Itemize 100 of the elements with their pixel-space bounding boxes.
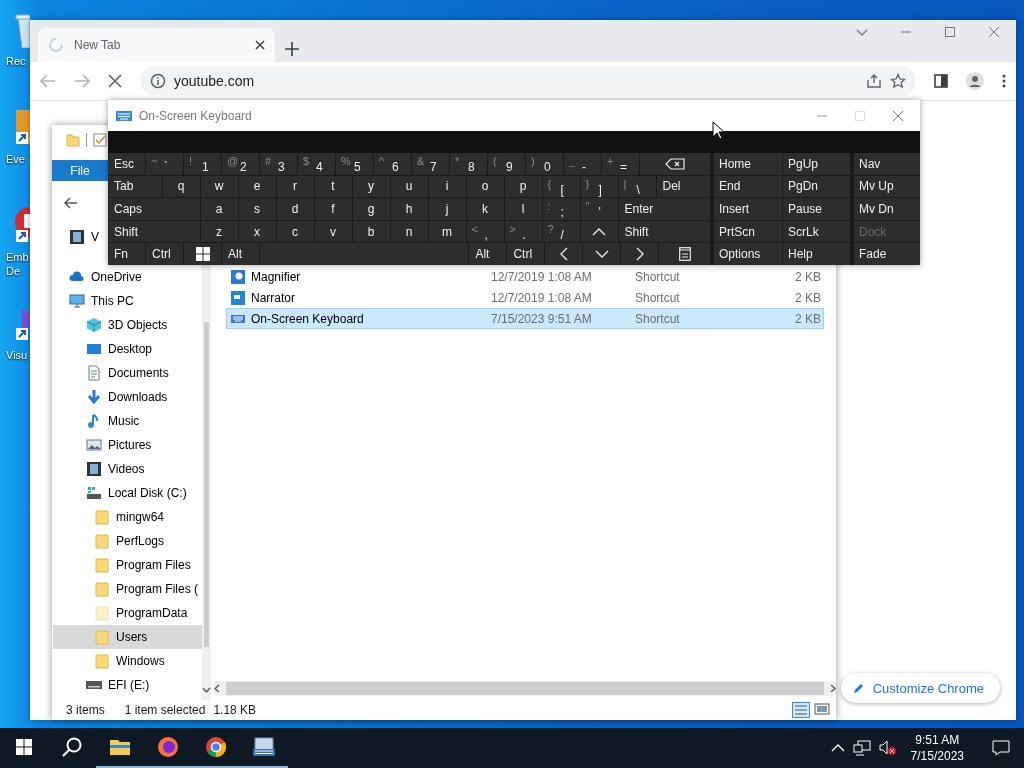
key[interactable]: g bbox=[352, 198, 390, 220]
notification-icon[interactable] bbox=[992, 740, 1010, 756]
key[interactable]: y bbox=[352, 175, 390, 198]
clock-time[interactable]: 9:51 AM bbox=[915, 732, 960, 748]
nav-item[interactable]: This PC bbox=[53, 289, 138, 313]
key[interactable]: } ] bbox=[580, 175, 618, 198]
clock-date[interactable]: 7/15/2023 bbox=[910, 748, 964, 764]
key[interactable]: Enter bbox=[618, 198, 710, 220]
file-row[interactable]: Magnifier 12/7/2019 1:08 AM Shortcut 2 KB bbox=[226, 266, 824, 287]
chevron-down-icon[interactable] bbox=[202, 687, 211, 693]
key[interactable]: Shift bbox=[618, 220, 710, 243]
key[interactable]: Insert bbox=[714, 198, 782, 220]
nav-item[interactable]: Users bbox=[53, 625, 202, 649]
key[interactable]: ! 1 bbox=[184, 153, 221, 175]
key[interactable] bbox=[659, 243, 710, 265]
key[interactable]: ^ 6 bbox=[374, 153, 411, 175]
key[interactable]: v bbox=[314, 220, 352, 243]
share-icon[interactable] bbox=[866, 73, 882, 89]
key[interactable]: Esc bbox=[108, 153, 145, 175]
key[interactable]: ? / bbox=[542, 220, 580, 243]
key[interactable]: { [ bbox=[542, 175, 580, 198]
key[interactable]: : ; bbox=[542, 198, 580, 220]
nav-item[interactable]: EFI (E:) bbox=[53, 673, 154, 697]
checkmark-icon[interactable] bbox=[93, 133, 107, 147]
chevron-up-icon[interactable] bbox=[830, 744, 845, 752]
key[interactable]: x bbox=[238, 220, 276, 243]
nav-item[interactable]: PerfLogs bbox=[53, 529, 169, 553]
nav-item[interactable]: V bbox=[53, 225, 103, 249]
key[interactable]: + = bbox=[602, 153, 639, 175]
key[interactable]: s bbox=[238, 198, 276, 220]
key[interactable]: PgUp bbox=[783, 153, 850, 175]
nav-item[interactable]: OneDrive bbox=[53, 265, 146, 289]
key[interactable]: Ctrl bbox=[146, 243, 183, 265]
new-tab-icon[interactable] bbox=[285, 42, 299, 56]
key[interactable]: Caps bbox=[108, 198, 200, 220]
key[interactable]: h bbox=[390, 198, 428, 220]
close-icon[interactable] bbox=[892, 109, 904, 122]
key[interactable]: > . bbox=[504, 220, 542, 243]
key[interactable]: ) 0 bbox=[526, 153, 563, 175]
key[interactable]: & 7 bbox=[412, 153, 449, 175]
key[interactable]: % 5 bbox=[336, 153, 373, 175]
maximize-icon[interactable] bbox=[944, 26, 956, 38]
back-arrow-icon[interactable] bbox=[64, 197, 78, 209]
network-icon[interactable] bbox=[852, 740, 871, 756]
nav-item[interactable]: Music bbox=[53, 409, 144, 433]
key[interactable]: | \ bbox=[618, 175, 656, 198]
key[interactable]: m bbox=[428, 220, 466, 243]
key[interactable]: " ' bbox=[580, 198, 618, 220]
key[interactable]: w bbox=[200, 175, 238, 198]
key[interactable]: Fade bbox=[854, 243, 920, 265]
menu-icon[interactable] bbox=[1002, 74, 1006, 88]
key[interactable]: o bbox=[466, 175, 504, 198]
scrollbar-thumb[interactable] bbox=[204, 322, 209, 647]
nav-item[interactable]: 3D Objects bbox=[53, 313, 172, 337]
key[interactable]: n bbox=[390, 220, 428, 243]
key[interactable]: q bbox=[162, 175, 200, 198]
nav-item[interactable]: mingw64 bbox=[53, 505, 169, 529]
nav-item[interactable]: Program Files ( bbox=[53, 577, 202, 601]
profile-icon[interactable] bbox=[966, 72, 984, 90]
details-view-icon[interactable] bbox=[792, 702, 810, 718]
nav-item[interactable]: Local Disk (C:) bbox=[53, 481, 191, 505]
key[interactable]: $ 4 bbox=[298, 153, 335, 175]
key[interactable]: Mv Dn bbox=[854, 198, 920, 220]
key[interactable]: Options bbox=[714, 243, 782, 265]
app-icon[interactable] bbox=[14, 206, 30, 244]
stop-icon[interactable] bbox=[108, 74, 122, 88]
key[interactable]: Nav bbox=[854, 153, 920, 175]
key[interactable]: _ - bbox=[564, 153, 601, 175]
key[interactable]: p bbox=[504, 175, 542, 198]
nav-item[interactable]: Documents bbox=[53, 361, 173, 385]
nav-item[interactable]: Pictures bbox=[53, 433, 156, 457]
key[interactable]: d bbox=[276, 198, 314, 220]
key[interactable]: PgDn bbox=[783, 175, 850, 198]
file-row[interactable]: Narrator 12/7/2019 1:08 AM Shortcut 2 KB bbox=[226, 287, 824, 308]
browser-tab[interactable]: New Tab bbox=[38, 28, 275, 62]
side-panel-icon[interactable] bbox=[934, 74, 948, 88]
key[interactable]: i bbox=[428, 175, 466, 198]
key[interactable]: Ctrl bbox=[507, 243, 545, 265]
nav-item[interactable]: Videos bbox=[53, 457, 149, 481]
key[interactable]: @2 bbox=[222, 153, 259, 175]
key[interactable]: Del bbox=[656, 175, 710, 198]
key[interactable]: * 8 bbox=[450, 153, 487, 175]
search-icon[interactable] bbox=[62, 737, 82, 757]
chevron-left-icon[interactable] bbox=[214, 684, 220, 693]
key[interactable]: a bbox=[200, 198, 238, 220]
key[interactable]: Alt bbox=[469, 243, 507, 265]
key[interactable]: u bbox=[390, 175, 428, 198]
key[interactable]: Help bbox=[783, 243, 850, 265]
key[interactable]: Tab bbox=[108, 175, 162, 198]
key[interactable]: Mv Up bbox=[854, 175, 920, 198]
key[interactable]: t bbox=[314, 175, 352, 198]
key[interactable] bbox=[184, 243, 221, 265]
volume-muted-icon[interactable] bbox=[878, 740, 897, 756]
key[interactable]: j bbox=[428, 198, 466, 220]
key[interactable]: ~ ` bbox=[146, 153, 183, 175]
star-icon[interactable] bbox=[890, 73, 906, 89]
key[interactable]: c bbox=[276, 220, 314, 243]
key[interactable]: b bbox=[352, 220, 390, 243]
key[interactable]: z bbox=[200, 220, 238, 243]
nav-item[interactable]: Program Files bbox=[53, 553, 195, 577]
